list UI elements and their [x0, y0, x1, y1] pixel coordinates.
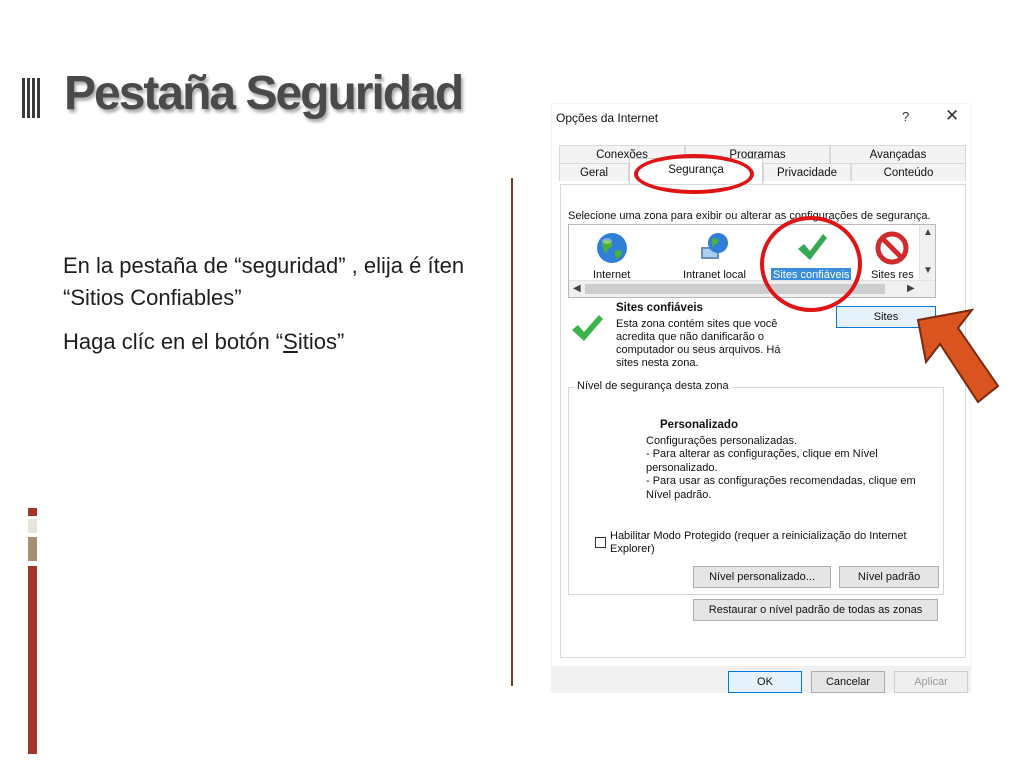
dialog-title: Opções da Internet: [556, 111, 659, 125]
zone-name: Sites confiáveis: [616, 302, 703, 314]
help-icon[interactable]: ?: [902, 109, 909, 124]
zone-list-vertical-scrollbar[interactable]: ▲ ▼: [919, 225, 935, 281]
bullet-select-trusted: En la pestaña de “seguridad” , elija é í…: [63, 253, 465, 310]
slide-title: Pestaña Seguridad: [64, 67, 464, 120]
zone-sites-restritos[interactable]: Sites res: [869, 231, 916, 282]
zone-list-horizontal-scrollbar[interactable]: ◀ ▶: [569, 280, 935, 297]
zone-list[interactable]: Internet Intranet local Sites confiáveis…: [568, 224, 936, 298]
zone-internet[interactable]: Internet: [591, 231, 632, 282]
tab-geral[interactable]: Geral: [559, 163, 629, 181]
close-icon[interactable]: ✕: [945, 106, 959, 126]
zone-intranet-local[interactable]: Intranet local: [681, 231, 748, 282]
pointer-arrow-icon: [916, 308, 1000, 404]
trusted-sites-highlight-ring: [760, 216, 862, 312]
zone-prompt: Selecione uma zona para exibir ou altera…: [568, 210, 931, 222]
protected-mode-label: Habilitar Modo Protegido (requer a reini…: [610, 530, 907, 555]
tab-privacidade[interactable]: Privacidade: [763, 163, 851, 181]
scroll-right-icon[interactable]: ▶: [907, 283, 915, 294]
scroll-up-icon[interactable]: ▲: [923, 227, 933, 238]
level-description: Configurações personalizadas. - Para alt…: [646, 435, 916, 501]
bullet-click-sites: Haga clíc en el botón “Sitios”: [63, 329, 345, 354]
scroll-down-icon[interactable]: ▼: [923, 265, 933, 276]
protected-mode-checkbox[interactable]: [595, 537, 606, 548]
level-name: Personalizado: [660, 419, 738, 431]
internet-options-dialog: Opções da Internet ? ✕ Conexões Programa…: [552, 104, 970, 693]
custom-level-button[interactable]: Nível personalizado...: [693, 566, 831, 588]
tab-avancadas[interactable]: Avançadas: [830, 145, 966, 163]
security-tab-highlight-ring: [634, 154, 754, 194]
title-bars-decoration: [22, 78, 40, 118]
reset-all-zones-button[interactable]: Restaurar o nível padrão de todas as zon…: [693, 599, 938, 621]
vertical-divider: [511, 178, 513, 686]
slide-bullets: En la pestaña de “seguridad” , elija é í…: [63, 250, 508, 370]
tab-conteudo[interactable]: Conteúdo: [851, 163, 966, 181]
scroll-left-icon[interactable]: ◀: [573, 283, 581, 294]
zone-description: Esta zona contém sites que você acredita…: [616, 318, 781, 369]
cancel-button[interactable]: Cancelar: [811, 671, 885, 693]
security-level-label: Nível de segurança desta zona: [574, 380, 732, 392]
apply-button[interactable]: Aplicar: [894, 671, 968, 693]
intranet-globe-icon: [701, 233, 729, 259]
checkmark-icon: [572, 315, 603, 341]
default-level-button[interactable]: Nível padrão: [839, 566, 939, 588]
globe-icon: [596, 233, 627, 263]
restricted-icon: [875, 231, 909, 265]
ok-button[interactable]: OK: [728, 671, 802, 693]
